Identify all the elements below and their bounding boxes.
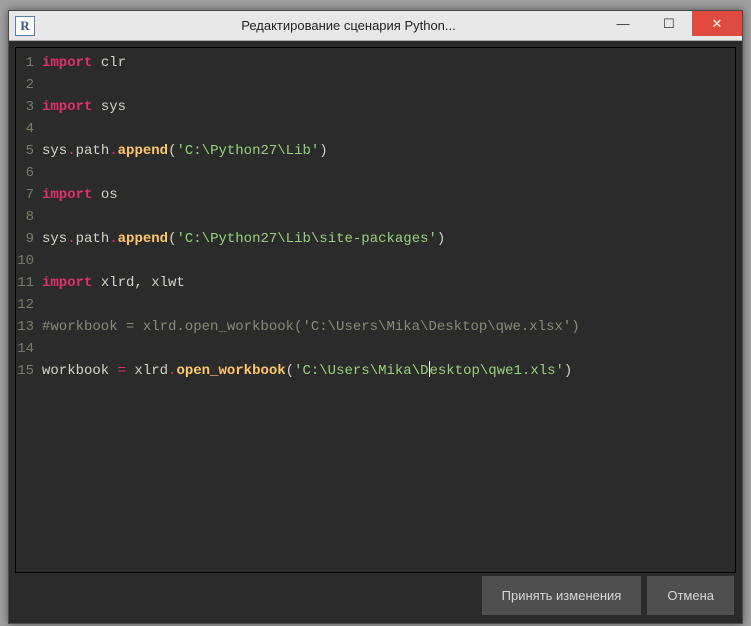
close-button[interactable]: ✕ [692,11,742,36]
line-number: 8 [16,206,34,228]
code-line[interactable]: #workbook = xlrd.open_workbook('C:\Users… [42,316,580,338]
code-line[interactable] [42,162,580,184]
code-editor[interactable]: 123456789101112131415 import clr import … [15,47,736,573]
code-line[interactable] [42,74,580,96]
dialog-buttons: Принять изменения Отмена [482,576,734,615]
line-number: 4 [16,118,34,140]
code-line[interactable]: import clr [42,52,580,74]
line-number: 7 [16,184,34,206]
code-line[interactable] [42,206,580,228]
line-number: 1 [16,52,34,74]
accept-button[interactable]: Принять изменения [482,576,642,615]
code-line[interactable]: import sys [42,96,580,118]
code-line[interactable] [42,250,580,272]
maximize-button[interactable]: ☐ [646,11,692,36]
code-line[interactable]: import xlrd, xlwt [42,272,580,294]
line-number: 15 [16,360,34,382]
window-controls: — ☐ ✕ [600,11,742,36]
line-number: 5 [16,140,34,162]
line-number-gutter: 123456789101112131415 [16,52,38,382]
line-number: 10 [16,250,34,272]
line-number: 12 [16,294,34,316]
line-number: 13 [16,316,34,338]
line-number: 14 [16,338,34,360]
line-number: 11 [16,272,34,294]
code-line[interactable] [42,338,580,360]
editor-window: R Редактирование сценария Python... — ☐ … [8,10,743,624]
line-number: 3 [16,96,34,118]
code-line[interactable]: workbook = xlrd.open_workbook('C:\Users\… [42,360,580,382]
code-line[interactable] [42,294,580,316]
titlebar[interactable]: R Редактирование сценария Python... — ☐ … [9,11,742,41]
code-line[interactable]: sys.path.append('C:\Python27\Lib') [42,140,580,162]
minimize-button[interactable]: — [600,11,646,36]
code-line[interactable] [42,118,580,140]
code-line[interactable]: import os [42,184,580,206]
cancel-button[interactable]: Отмена [647,576,734,615]
text-cursor [429,361,430,377]
line-number: 6 [16,162,34,184]
code-line[interactable]: sys.path.append('C:\Python27\Lib\site-pa… [42,228,580,250]
line-number: 2 [16,74,34,96]
line-number: 9 [16,228,34,250]
code-content[interactable]: import clr import sys sys.path.append('C… [38,52,580,382]
